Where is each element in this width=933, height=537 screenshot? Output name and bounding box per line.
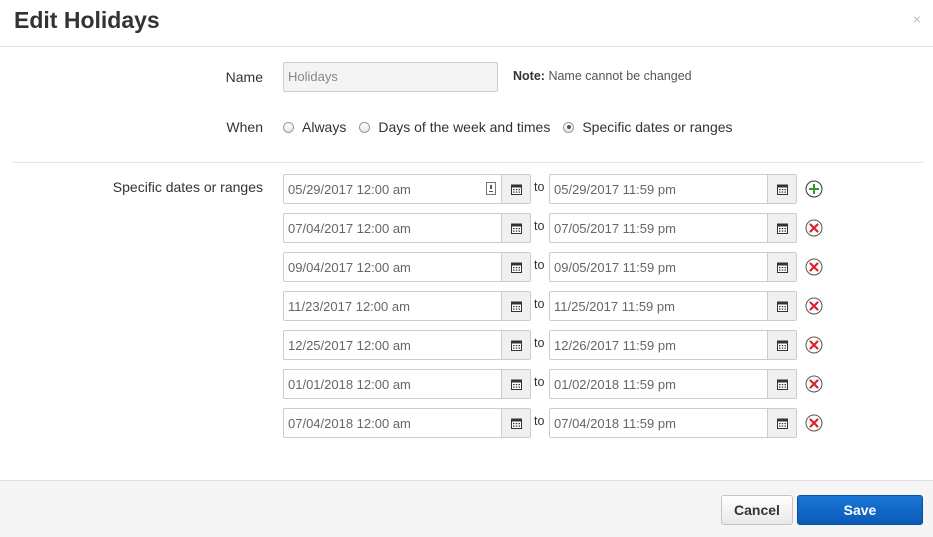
end-datetime-input[interactable]: 05/29/2017 11:59 pm bbox=[549, 174, 797, 204]
radio-button[interactable] bbox=[359, 121, 371, 133]
start-datetime-value: 11/23/2017 12:00 am bbox=[288, 298, 410, 314]
end-datetime-input[interactable]: 01/02/2018 11:59 pm bbox=[549, 369, 797, 399]
date-range-row: 07/04/2018 12:00 am to 07/04/2018 11:59 pm bbox=[283, 408, 843, 438]
calendar-icon[interactable] bbox=[501, 292, 530, 320]
radio-always[interactable]: Always bbox=[283, 119, 346, 135]
start-datetime-input[interactable]: 11/23/2017 12:00 am bbox=[283, 291, 531, 321]
end-datetime-value: 07/04/2018 11:59 pm bbox=[554, 415, 676, 431]
calendar-icon[interactable] bbox=[767, 292, 796, 320]
date-range-row: 12/25/2017 12:00 am to 12/26/2017 11:59 pm bbox=[283, 330, 843, 360]
to-label: to bbox=[534, 219, 545, 233]
note-label: Note: bbox=[513, 69, 545, 83]
date-range-row: 01/01/2018 12:00 am to 01/02/2018 11:59 pm bbox=[283, 369, 843, 399]
remove-range-icon[interactable] bbox=[805, 258, 823, 276]
save-button[interactable]: Save bbox=[797, 495, 923, 525]
end-datetime-value: 11/25/2017 11:59 pm bbox=[554, 298, 675, 314]
name-label: Name bbox=[225, 69, 263, 85]
remove-range-icon[interactable] bbox=[805, 375, 823, 393]
remove-range-icon[interactable] bbox=[805, 336, 823, 354]
to-label: to bbox=[534, 180, 545, 194]
calendar-icon[interactable] bbox=[501, 253, 530, 281]
calendar-icon[interactable] bbox=[767, 370, 796, 398]
add-range-icon[interactable] bbox=[805, 180, 823, 198]
start-datetime-value: 09/04/2017 12:00 am bbox=[288, 259, 411, 275]
dialog-title: Edit Holidays bbox=[14, 7, 160, 33]
start-datetime-value: 07/04/2017 12:00 am bbox=[288, 220, 411, 236]
start-datetime-input[interactable]: 12/25/2017 12:00 am bbox=[283, 330, 531, 360]
to-label: to bbox=[534, 336, 545, 350]
end-datetime-value: 07/05/2017 11:59 pm bbox=[554, 220, 676, 236]
remove-range-icon[interactable] bbox=[805, 414, 823, 432]
start-datetime-input[interactable]: 09/04/2017 12:00 am bbox=[283, 252, 531, 282]
radio-button[interactable] bbox=[283, 121, 294, 133]
remove-range-icon[interactable] bbox=[805, 297, 823, 315]
date-picker-icon[interactable] bbox=[486, 182, 496, 200]
to-label: to bbox=[534, 297, 545, 311]
end-datetime-value: 09/05/2017 11:59 pm bbox=[554, 259, 676, 275]
radio-specific-dates[interactable]: Specific dates or ranges bbox=[563, 119, 733, 135]
calendar-icon[interactable] bbox=[767, 214, 796, 242]
start-datetime-input[interactable]: 01/01/2018 12:00 am bbox=[283, 369, 531, 399]
remove-range-icon[interactable] bbox=[805, 219, 823, 237]
to-label: to bbox=[534, 375, 545, 389]
calendar-icon[interactable] bbox=[767, 409, 796, 437]
end-datetime-input[interactable]: 07/04/2018 11:59 pm bbox=[549, 408, 797, 438]
end-datetime-value: 01/02/2018 11:59 pm bbox=[554, 376, 676, 392]
start-datetime-value: 05/29/2017 12:00 am bbox=[288, 181, 411, 197]
radio-label: Days of the week and times bbox=[378, 119, 551, 135]
dialog-header: Edit Holidays × bbox=[0, 0, 933, 47]
start-datetime-input[interactable]: 07/04/2017 12:00 am bbox=[283, 213, 531, 243]
date-range-row: 09/04/2017 12:00 am to 09/05/2017 11:59 pm bbox=[283, 252, 843, 282]
note-text: Name cannot be changed bbox=[548, 69, 692, 83]
start-datetime-value: 12/25/2017 12:00 am bbox=[288, 337, 411, 353]
end-datetime-input[interactable]: 12/26/2017 11:59 pm bbox=[549, 330, 797, 360]
calendar-icon[interactable] bbox=[767, 175, 796, 203]
to-label: to bbox=[534, 258, 545, 272]
radio-label: Specific dates or ranges bbox=[582, 119, 733, 135]
radio-days-of-week[interactable]: Days of the week and times bbox=[359, 119, 550, 135]
date-range-row: 11/23/2017 12:00 am to 11/25/2017 11:59 pm bbox=[283, 291, 843, 321]
ranges-label: Specific dates or ranges bbox=[112, 179, 263, 195]
start-datetime-input[interactable]: 07/04/2018 12:00 am bbox=[283, 408, 531, 438]
calendar-icon[interactable] bbox=[767, 253, 796, 281]
name-input[interactable]: Holidays bbox=[283, 62, 498, 92]
end-datetime-input[interactable]: 11/25/2017 11:59 pm bbox=[549, 291, 797, 321]
start-datetime-input[interactable]: 05/29/2017 12:00 am bbox=[283, 174, 531, 204]
start-datetime-value: 01/01/2018 12:00 am bbox=[288, 376, 411, 392]
end-datetime-input[interactable]: 07/05/2017 11:59 pm bbox=[549, 213, 797, 243]
end-datetime-input[interactable]: 09/05/2017 11:59 pm bbox=[549, 252, 797, 282]
close-icon[interactable]: × bbox=[913, 11, 921, 27]
radio-label: Always bbox=[302, 119, 347, 135]
cancel-button[interactable]: Cancel bbox=[721, 495, 793, 525]
calendar-icon[interactable] bbox=[501, 175, 530, 203]
end-datetime-value: 12/26/2017 11:59 pm bbox=[554, 337, 676, 353]
calendar-icon[interactable] bbox=[501, 331, 530, 359]
to-label: to bbox=[534, 414, 545, 428]
when-radio-group: Always Days of the week and times Specif… bbox=[283, 118, 746, 136]
when-label: When bbox=[226, 119, 263, 135]
calendar-icon[interactable] bbox=[767, 331, 796, 359]
start-datetime-value: 07/04/2018 12:00 am bbox=[288, 415, 411, 431]
date-range-row: 07/04/2017 12:00 am to 07/05/2017 11:59 pm bbox=[283, 213, 843, 243]
calendar-icon[interactable] bbox=[501, 370, 530, 398]
calendar-icon[interactable] bbox=[501, 409, 530, 437]
radio-button-selected[interactable] bbox=[563, 121, 575, 133]
name-note: Note: Name cannot be changed bbox=[513, 69, 692, 83]
dialog-footer: Cancel Save bbox=[0, 480, 933, 537]
end-datetime-value: 05/29/2017 11:59 pm bbox=[554, 181, 676, 197]
date-range-row: 05/29/2017 12:00 am to 05/29/2017 11:59 pm bbox=[283, 174, 843, 204]
calendar-icon[interactable] bbox=[501, 214, 530, 242]
divider bbox=[13, 162, 923, 163]
